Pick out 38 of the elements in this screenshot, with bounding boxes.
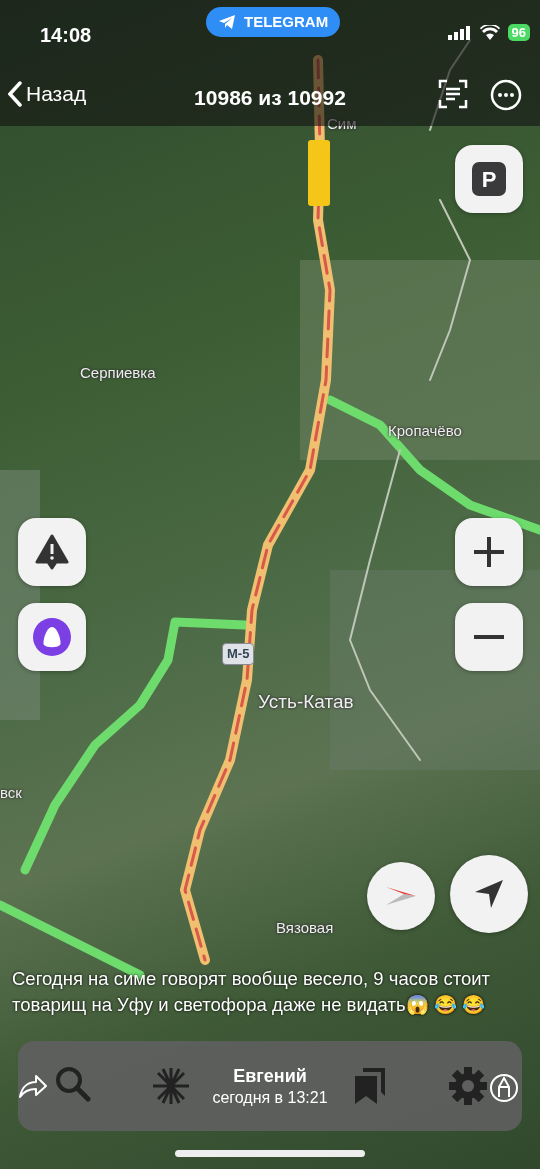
paper-plane-icon — [218, 14, 236, 30]
status-time: 14:08 — [40, 23, 92, 48]
city-label: Усть-Катав — [258, 690, 354, 714]
village-label: Кропачёво — [388, 421, 462, 441]
compass-button[interactable] — [367, 862, 435, 930]
warning-icon — [35, 534, 69, 570]
town-label: Сим — [327, 114, 357, 134]
signal-icon — [447, 25, 472, 40]
truck-icon — [308, 140, 330, 206]
back-button[interactable]: Назад — [8, 78, 87, 110]
text-scan-button[interactable] — [438, 79, 468, 109]
author-name: Евгений — [232, 1066, 308, 1087]
village-label: Вязовая — [276, 918, 334, 938]
zoom-out-button[interactable] — [455, 603, 523, 671]
zoom-in-button[interactable] — [455, 518, 523, 586]
photo-caption: Сегодня на симе говорят вообще весело, 9 часов стоит товарищ на Уфу и светофора даже не видать😱 😂 😂 — [12, 967, 491, 1017]
parking-button[interactable]: P — [455, 145, 523, 213]
bookmarks-icon — [353, 1066, 387, 1106]
village-label: Серпиевка — [80, 363, 156, 383]
plus-icon — [472, 535, 506, 569]
message-date: сегодня в 13:21 — [211, 1088, 329, 1108]
sun-icon — [151, 1066, 191, 1106]
locate-button[interactable] — [450, 855, 528, 933]
alert-button[interactable] — [18, 518, 86, 586]
wifi-icon — [479, 25, 500, 40]
road-shield: М-5 — [222, 643, 255, 665]
search-icon — [55, 1066, 91, 1102]
town-label: вск — [0, 783, 22, 803]
edit-button[interactable] — [489, 1073, 519, 1103]
battery-indicator: 96 — [507, 24, 530, 41]
assistant-icon — [32, 617, 72, 657]
minus-icon — [472, 634, 506, 640]
share-button[interactable] — [18, 1073, 48, 1099]
photo-counter: 10986 из 10992 — [194, 86, 346, 109]
more-button[interactable] — [490, 79, 522, 111]
gear-icon — [448, 1066, 488, 1106]
assistant-button[interactable] — [18, 603, 86, 671]
chevron-left-icon — [8, 80, 22, 107]
